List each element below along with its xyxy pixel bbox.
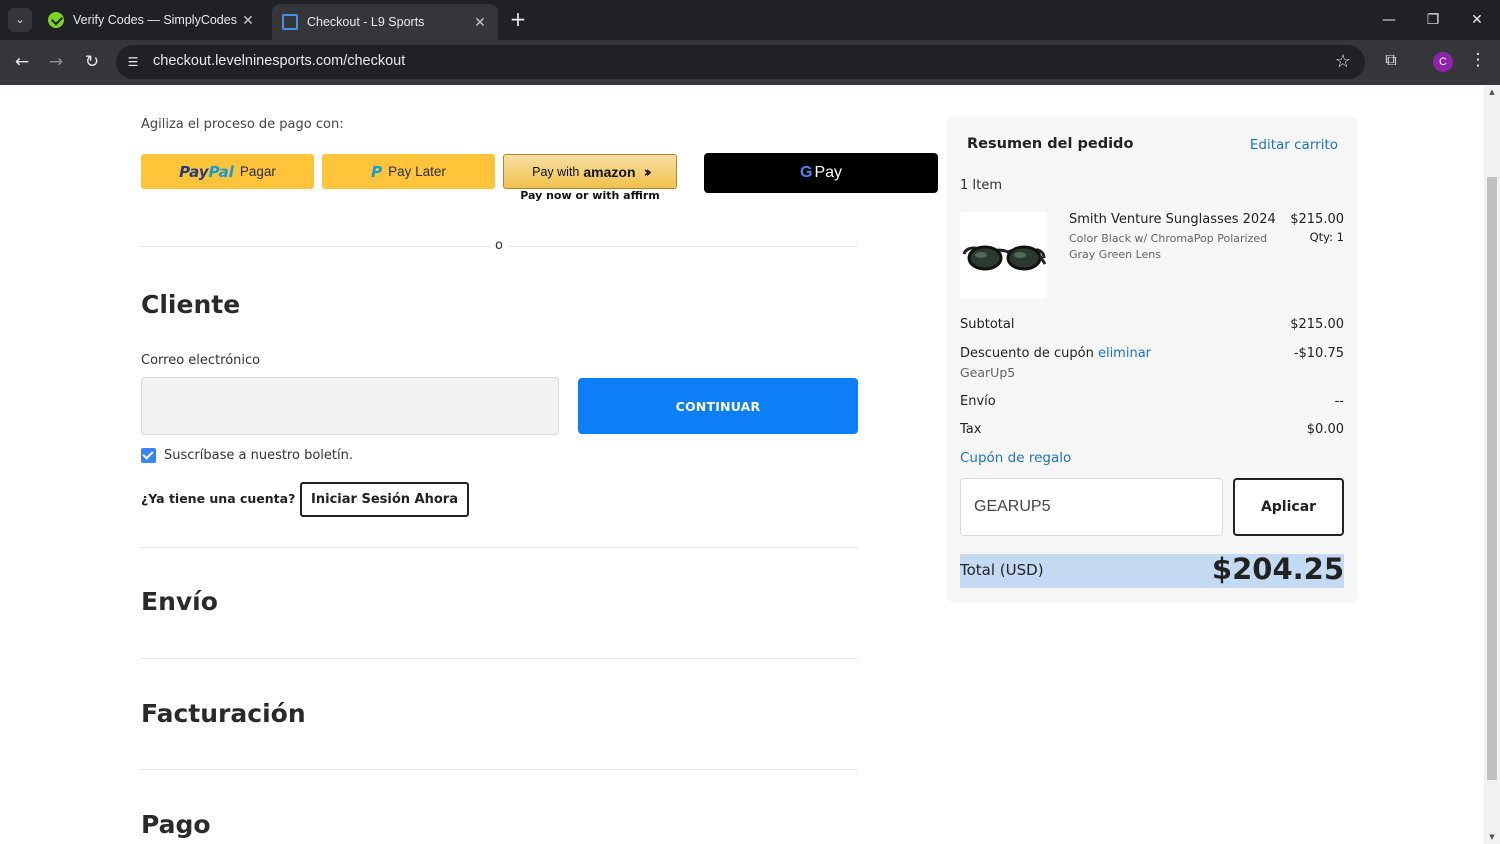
shipping-label: Envío [960, 394, 996, 409]
total-value: $204.25 [1211, 552, 1344, 586]
total-row: Total (USD) $204.25 [960, 552, 1344, 588]
minimize-icon[interactable]: — [1377, 8, 1401, 32]
tab-simplycodes[interactable]: Verify Codes — SimplyCodes ✕ [38, 4, 266, 36]
tab-search-icon[interactable]: ⌄ [8, 8, 32, 32]
sunglasses-icon [962, 245, 1047, 271]
browser-menu-icon[interactable]: ⋮ [1468, 50, 1488, 74]
close-tab-icon[interactable]: ✕ [472, 14, 488, 31]
forward-icon[interactable]: → [44, 50, 68, 74]
subtotal-value: $215.00 [1290, 317, 1344, 332]
affirm-note: Pay now or with affirm [520, 189, 660, 202]
section-divider [141, 547, 858, 548]
tab-title: Checkout - L9 Sports [307, 15, 425, 29]
subtotal-label: Subtotal [960, 317, 1015, 332]
discount-value: -$10.75 [1293, 346, 1344, 361]
product-options: Color Black w/ ChromaPop Polarized Gray … [1069, 232, 1268, 261]
google-g-icon: G [799, 164, 813, 181]
google-pay-button[interactable]: G Pay [704, 153, 938, 193]
newsletter-label: Suscríbase a nuestro boletín. [164, 448, 353, 463]
site-info-icon[interactable]: ☰ [124, 53, 142, 71]
paypal-logo: PayPal [179, 162, 234, 181]
amazon-pay-button[interactable]: Pay with amazon ›› [503, 154, 677, 189]
address-bar[interactable]: ☰ checkout.levelninesports.com/checkout … [116, 45, 1365, 79]
paypal-button[interactable]: PayPal Pagar [141, 154, 314, 189]
sign-in-button[interactable]: Iniciar Sesión Ahora [300, 482, 469, 517]
discount-label: Descuento de cupón [960, 346, 1094, 361]
browser-toolbar: ← → ↻ ☰ checkout.levelninesports.com/che… [0, 40, 1500, 85]
url-text[interactable]: checkout.levelninesports.com/checkout [153, 53, 405, 69]
profile-avatar[interactable]: C [1433, 52, 1453, 72]
reload-icon[interactable]: ↻ [80, 50, 104, 74]
newsletter-option[interactable]: Suscríbase a nuestro boletín. [141, 448, 353, 463]
paylater-button[interactable]: P Pay Later [322, 154, 495, 189]
tab-checkout[interactable]: Checkout - L9 Sports ✕ [272, 4, 498, 40]
shipping-value: -- [1334, 394, 1344, 409]
account-question: ¿Ya tiene una cuenta? [141, 491, 296, 506]
gift-coupon-link[interactable]: Cupón de regalo [960, 450, 1071, 466]
section-divider [141, 658, 858, 659]
paylater-label: Pay Later [388, 164, 446, 179]
page-scrollbar[interactable]: ▲ ▼ [1484, 85, 1500, 844]
close-tab-icon[interactable]: ✕ [240, 12, 256, 29]
restore-icon[interactable]: ❐ [1421, 8, 1445, 32]
newsletter-checkbox[interactable] [141, 448, 156, 463]
tab-strip: ⌄ Verify Codes — SimplyCodes ✕ Checkout … [0, 0, 1500, 40]
tab-title: Verify Codes — SimplyCodes [73, 13, 237, 27]
total-label: Total (USD) [960, 561, 1044, 579]
back-icon[interactable]: ← [10, 50, 34, 74]
email-label: Correo electrónico [141, 353, 261, 368]
or-text: o [490, 238, 508, 253]
amazon-logo: amazon [583, 163, 636, 180]
l9-favicon-icon [282, 14, 298, 30]
express-checkout-label: Agiliza el proceso de pago con: [141, 117, 344, 132]
billing-section-title[interactable]: Facturación [141, 699, 306, 728]
coupon-input[interactable] [960, 478, 1223, 536]
product-qty: Qty: 1 [1309, 230, 1344, 244]
product-image [960, 212, 1047, 299]
apply-coupon-button[interactable]: Aplicar [1233, 478, 1344, 536]
applied-coupon-code: GearUp5 [960, 365, 1016, 380]
amazon-pay-label: Pay with [532, 164, 580, 179]
product-name: Smith Venture Sunglasses 2024 [1069, 212, 1276, 227]
payment-section-title[interactable]: Pago [141, 810, 211, 839]
email-field[interactable] [141, 377, 559, 435]
scroll-up-icon[interactable]: ▲ [1484, 88, 1500, 96]
discount-row: Descuento de cupón eliminar [960, 346, 1151, 361]
new-tab-icon[interactable]: + [506, 8, 530, 32]
amazon-arrow-icon: ›› [643, 162, 653, 181]
remove-coupon-link[interactable]: eliminar [1098, 346, 1151, 361]
customer-section-title: Cliente [141, 290, 241, 319]
simplycodes-favicon-icon [48, 12, 64, 28]
tax-value: $0.00 [1306, 422, 1344, 437]
continue-button[interactable]: CONTINUAR [578, 378, 858, 434]
checkout-page: Agiliza el proceso de pago con: PayPal P… [0, 85, 1484, 844]
google-pay-label: Pay [814, 164, 843, 181]
order-summary: Resumen del pedido Editar carrito 1 Item… [947, 117, 1358, 602]
window-close-icon[interactable]: ✕ [1465, 8, 1489, 32]
paypal-button-label: Pagar [239, 164, 276, 179]
bookmark-star-icon[interactable]: ☆ [1335, 51, 1351, 72]
summary-title: Resumen del pedido [967, 136, 1134, 152]
paypal-p-icon: P [371, 162, 383, 181]
scroll-thumb[interactable] [1487, 177, 1497, 780]
scroll-down-icon[interactable]: ▼ [1484, 833, 1500, 841]
product-price: $215.00 [1290, 212, 1344, 227]
item-count: 1 Item [960, 178, 1002, 193]
edit-cart-link[interactable]: Editar carrito [1250, 137, 1338, 153]
section-divider [141, 769, 858, 770]
tax-label: Tax [960, 422, 982, 437]
shipping-section-title[interactable]: Envío [141, 587, 218, 616]
extensions-icon[interactable]: ⧉ [1380, 50, 1402, 72]
